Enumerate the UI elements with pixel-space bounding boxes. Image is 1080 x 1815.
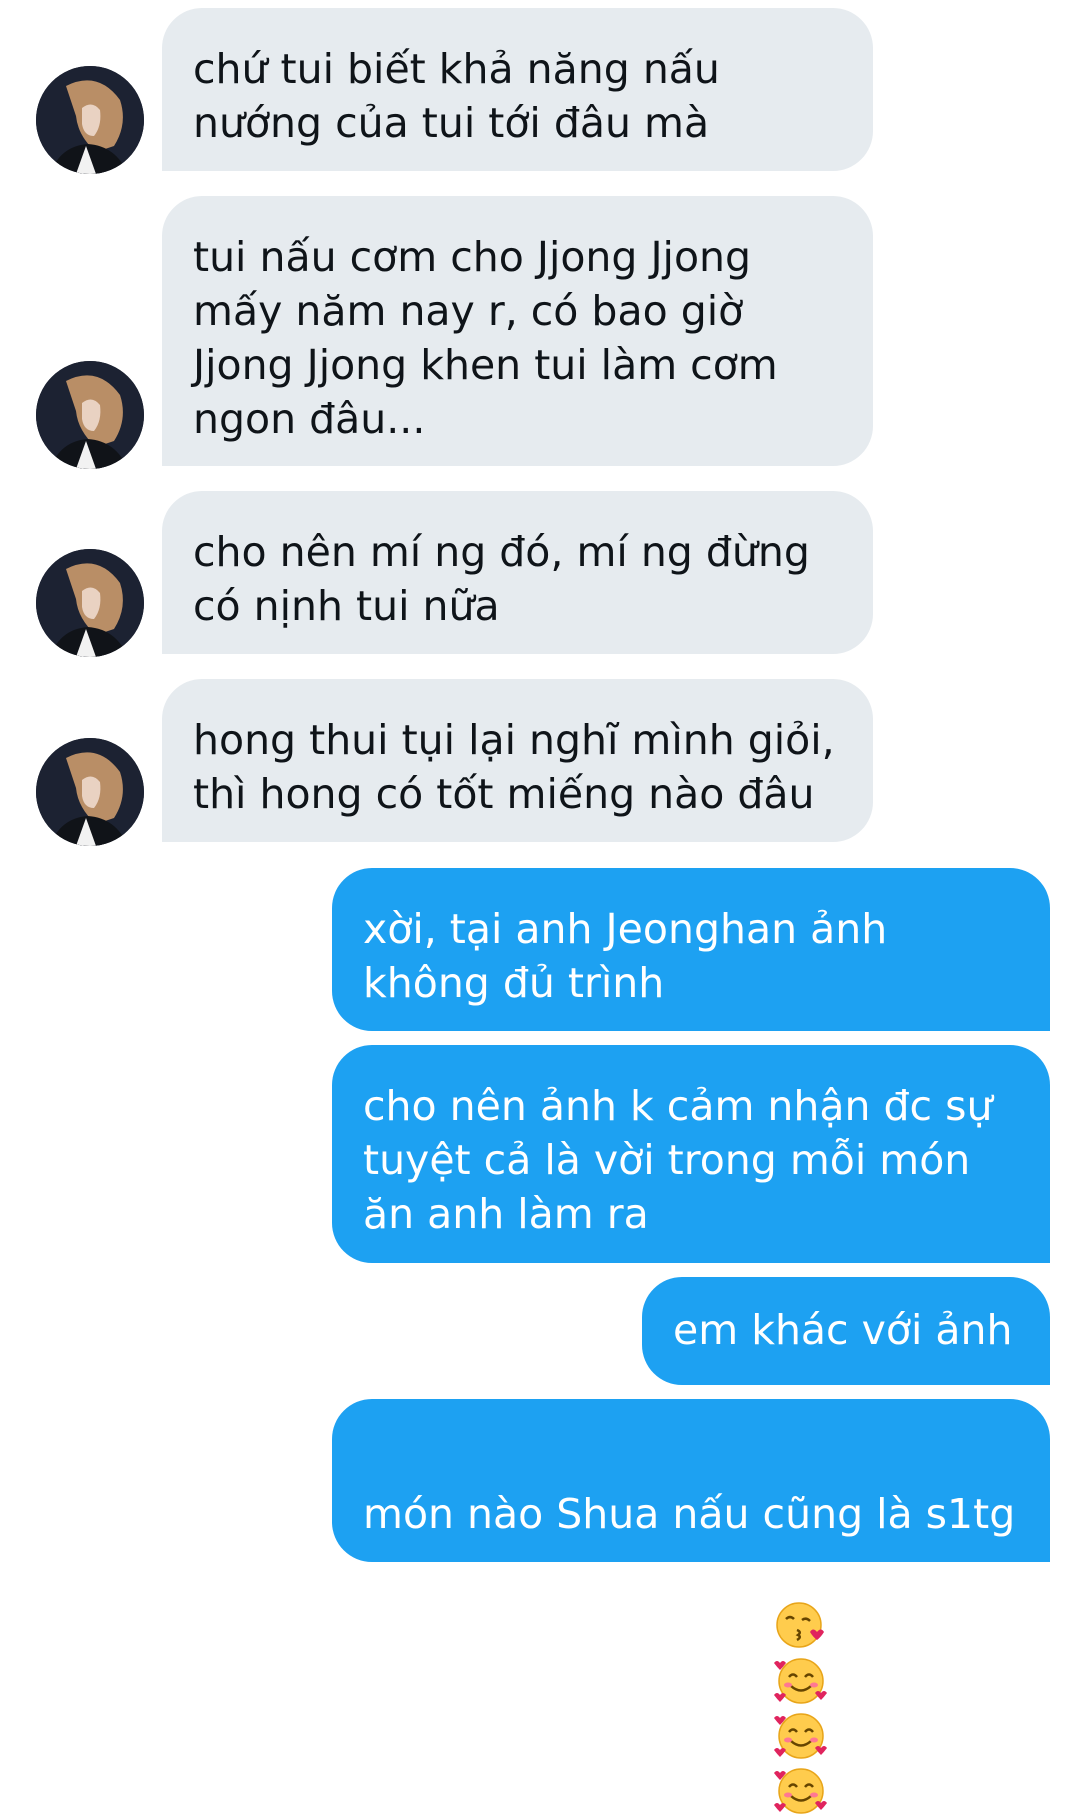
smiling-face-with-hearts-icon (773, 1768, 827, 1814)
incoming-message[interactable]: chứ tui biết khả năng nấu nướng của tui … (162, 8, 873, 171)
avatar-photo (36, 549, 144, 657)
emoji-group (772, 1541, 828, 1815)
avatar-photo (36, 66, 144, 174)
incoming-message[interactable]: cho nên mí ng đó, mí ng đừng có nịnh tui… (162, 491, 873, 654)
outgoing-message[interactable]: món nào Shua nấu cũng là s1tg trong lòng… (332, 1399, 1050, 1814)
kissing-face-icon (775, 1602, 824, 1648)
smiling-face-with-hearts-icon (773, 1713, 827, 1759)
contact-avatar[interactable] (36, 66, 144, 174)
outgoing-message[interactable]: xời, tại anh Jeonghan ảnh không đủ trình (332, 868, 1050, 1031)
contact-avatar[interactable] (36, 361, 144, 469)
incoming-message[interactable]: tui nấu cơm cho Jjong Jjong mấy năm nay … (162, 196, 873, 466)
contact-avatar[interactable] (36, 738, 144, 846)
incoming-message[interactable]: hong thui tụi lại nghĩ mình giỏi, thì ho… (162, 679, 873, 842)
avatar-photo (36, 738, 144, 846)
contact-avatar[interactable] (36, 549, 144, 657)
avatar-photo (36, 361, 144, 469)
outgoing-message[interactable]: em khác với ảnh (642, 1277, 1050, 1385)
smiling-face-with-hearts-icon (773, 1658, 827, 1704)
message-text: món nào Shua nấu cũng là s1tg trong lòng… (363, 1490, 1016, 1805)
outgoing-message[interactable]: cho nên ảnh k cảm nhận đc sự tuyệt cả là… (332, 1045, 1050, 1263)
